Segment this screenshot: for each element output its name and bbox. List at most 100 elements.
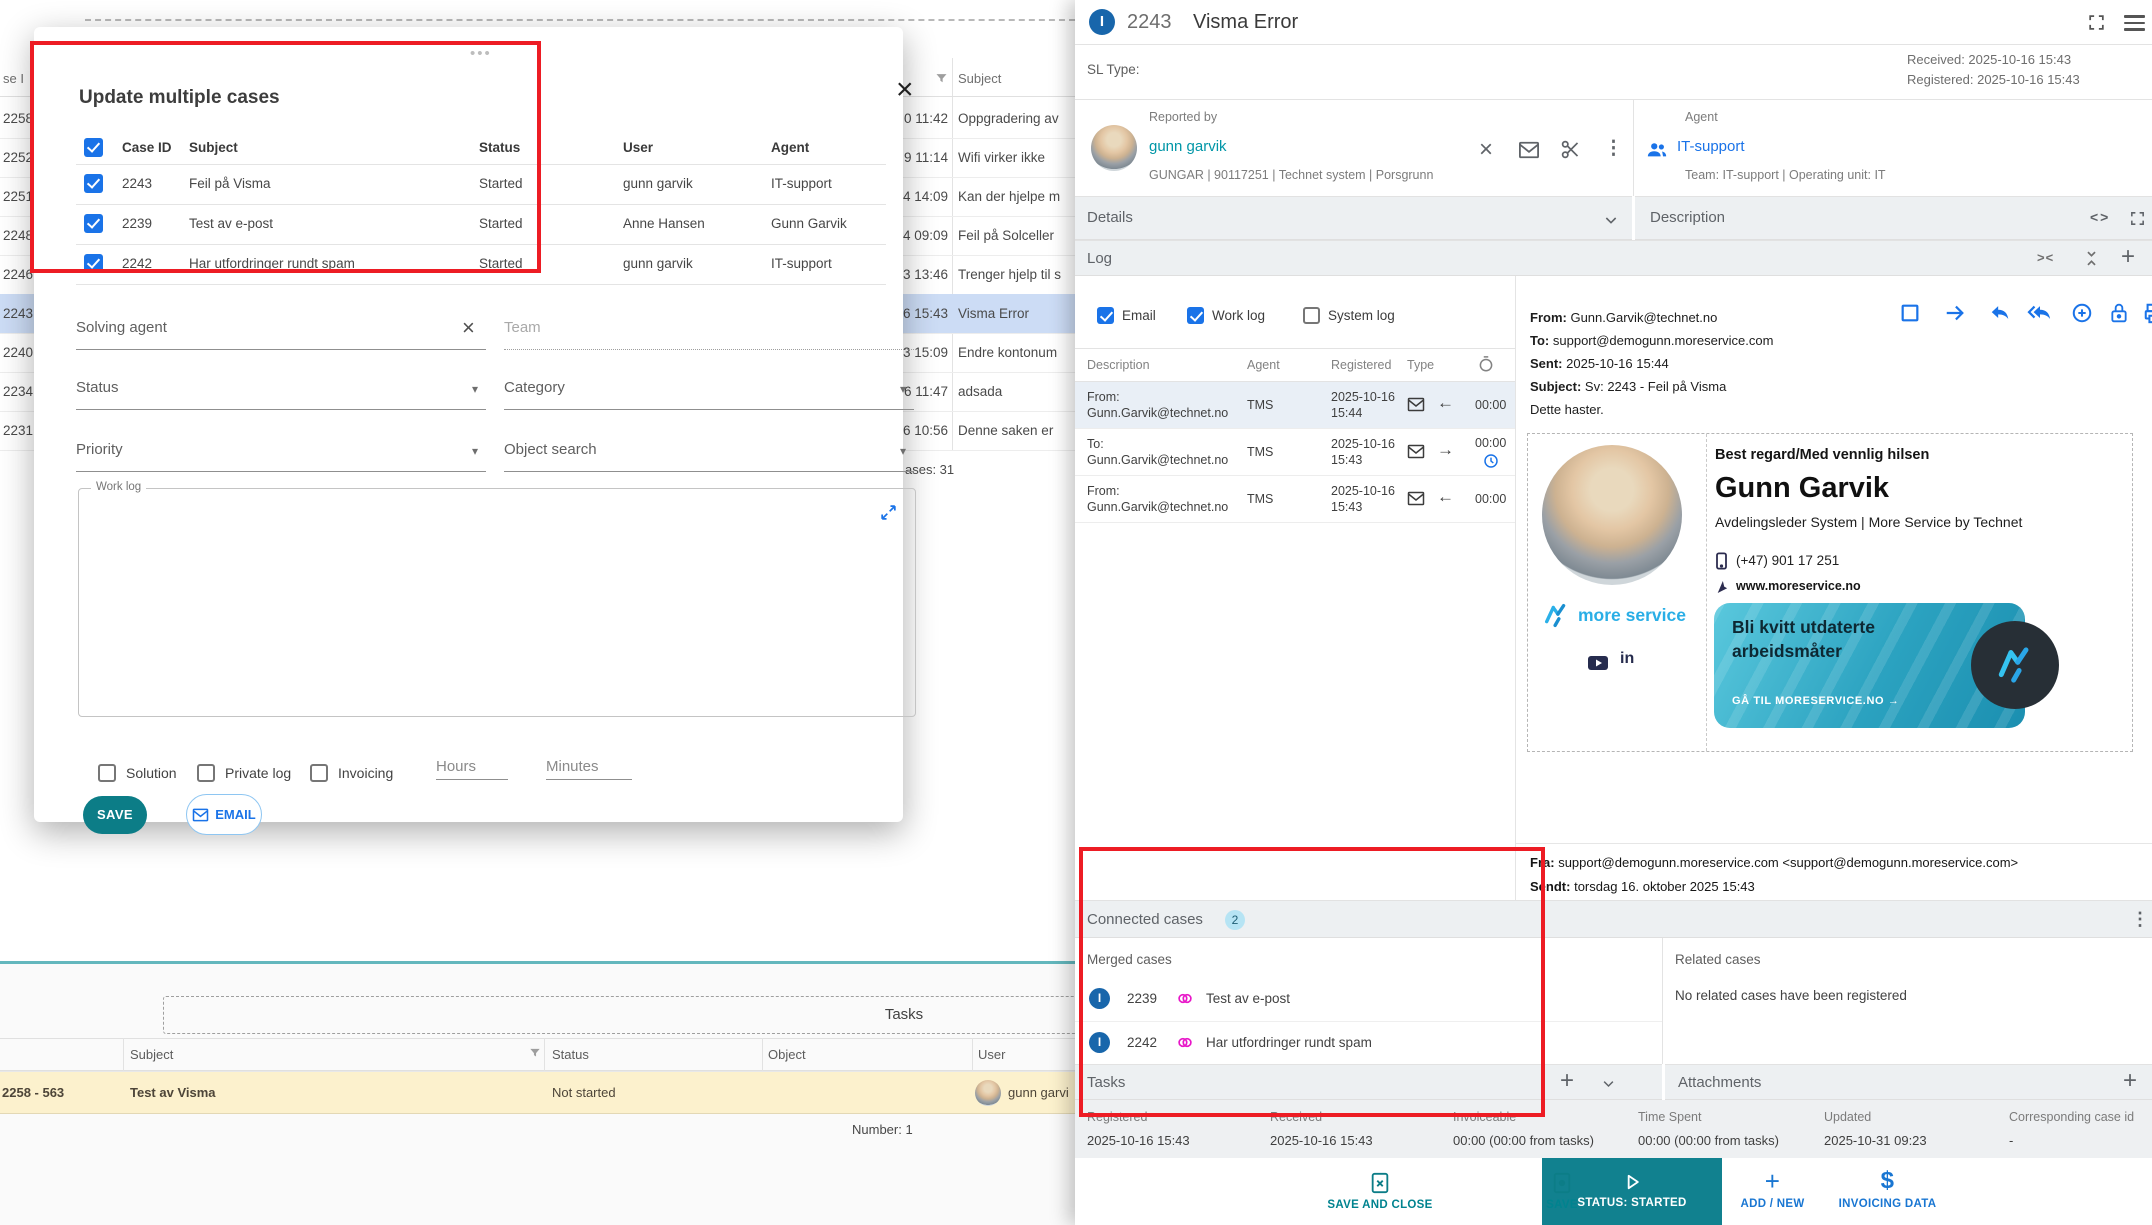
merged-case-row[interactable]: I 2239 Test av e-post bbox=[1075, 978, 1662, 1022]
details-section-bar[interactable]: Details bbox=[1075, 196, 1632, 240]
updated-label: Updated bbox=[1824, 1110, 1871, 1124]
add-task-icon[interactable]: + bbox=[1560, 1067, 1574, 1095]
corresponding-case-value: - bbox=[2009, 1133, 2013, 1148]
filter-icon[interactable] bbox=[934, 71, 949, 86]
agent-label: Agent bbox=[1685, 110, 1718, 124]
incoming-arrow-icon: ← bbox=[1437, 393, 1454, 413]
received-label: Received bbox=[1270, 1110, 1322, 1124]
lock-icon[interactable] bbox=[2109, 302, 2129, 324]
drag-handle-icon[interactable]: ••• bbox=[470, 45, 492, 62]
private-log-checkbox[interactable] bbox=[197, 764, 215, 782]
add-log-icon[interactable]: + bbox=[2121, 243, 2135, 271]
menu-icon[interactable] bbox=[2124, 11, 2145, 35]
tasks-status-header[interactable]: Status bbox=[552, 1038, 589, 1071]
caret-down-icon[interactable]: ▾ bbox=[900, 382, 906, 396]
related-cases-empty: No related cases have been registered bbox=[1675, 988, 1907, 1003]
add-new-button[interactable]: + ADD / NEW bbox=[1730, 1158, 1815, 1210]
linkedin-icon[interactable]: in bbox=[1620, 650, 1634, 668]
status-field[interactable]: Status bbox=[76, 379, 119, 396]
reporter-name-link[interactable]: gunn garvik bbox=[1149, 138, 1227, 155]
caret-down-icon[interactable]: ▾ bbox=[900, 444, 906, 458]
registered-label: Registered bbox=[1087, 1110, 1147, 1124]
invoiceable-label: Invoiceable bbox=[1453, 1110, 1516, 1124]
print-icon[interactable] bbox=[2143, 302, 2152, 324]
select-all-checkbox[interactable] bbox=[84, 138, 103, 157]
row-checkbox[interactable] bbox=[84, 254, 103, 273]
agent-header: Agent bbox=[771, 132, 809, 164]
save-and-close-button[interactable]: SAVE AND CLOSE bbox=[1310, 1158, 1450, 1211]
tools-icon[interactable] bbox=[1560, 139, 1581, 160]
clear-solving-agent-icon[interactable]: × bbox=[462, 315, 475, 341]
priority-field[interactable]: Priority bbox=[76, 441, 123, 458]
tasks-subject-header[interactable]: Subject bbox=[130, 1038, 173, 1071]
subject-column-header[interactable]: Subject bbox=[958, 62, 1001, 96]
tasks-user-header[interactable]: User bbox=[978, 1038, 1005, 1071]
minutes-input[interactable] bbox=[546, 758, 632, 780]
task-row[interactable]: 2258 - 563 Test av Visma Not started gun… bbox=[0, 1071, 1075, 1114]
reply-all-icon[interactable] bbox=[2027, 302, 2053, 324]
worklog-filter-checkbox[interactable] bbox=[1187, 307, 1204, 324]
signature-website[interactable]: www.moreservice.no bbox=[1736, 579, 1861, 593]
moreservice-logo-text[interactable]: more service bbox=[1578, 605, 1686, 626]
reply-icon[interactable] bbox=[1989, 302, 2011, 324]
connected-more-icon[interactable]: ⋮ bbox=[2131, 909, 2149, 930]
add-circle-icon[interactable] bbox=[2071, 302, 2093, 324]
email-filter-checkbox[interactable] bbox=[1097, 307, 1114, 324]
description-section-bar[interactable]: Description <> bbox=[1635, 196, 2152, 240]
link-arrow-icon bbox=[1716, 580, 1728, 594]
invoicing-data-button[interactable]: $ INVOICING DATA bbox=[1820, 1158, 1955, 1210]
add-attachment-icon[interactable]: + bbox=[2123, 1067, 2137, 1095]
received-timestamp: Received: 2025-10-16 15:43 bbox=[1907, 52, 2071, 67]
collapse-horizontal-icon[interactable]: >< bbox=[2037, 250, 2054, 265]
log-agent-header[interactable]: Agent bbox=[1247, 358, 1280, 372]
tasks-object-header[interactable]: Object bbox=[768, 1038, 806, 1071]
attachments-section-bar[interactable]: Attachments + bbox=[1665, 1064, 2152, 1100]
status-started-button[interactable]: STATUS: STARTED bbox=[1542, 1158, 1722, 1209]
invoicing-checkbox[interactable] bbox=[310, 764, 328, 782]
chevron-down-icon[interactable] bbox=[1601, 1076, 1616, 1091]
collapse-vertical-icon[interactable] bbox=[2083, 250, 2100, 267]
tasks-section-bar[interactable]: Tasks + bbox=[1075, 1064, 1662, 1100]
caret-down-icon[interactable]: ▾ bbox=[472, 444, 478, 458]
fullscreen-icon[interactable] bbox=[2087, 13, 2106, 32]
filter-icon[interactable] bbox=[528, 1046, 542, 1060]
caret-down-icon[interactable]: ▾ bbox=[472, 382, 478, 396]
systemlog-filter-checkbox[interactable] bbox=[1303, 307, 1320, 324]
solution-checkbox[interactable] bbox=[98, 764, 116, 782]
solving-agent-field[interactable]: Solving agent bbox=[76, 319, 167, 336]
team-field[interactable]: Team bbox=[504, 319, 541, 336]
row-checkbox[interactable] bbox=[84, 214, 103, 233]
user-header: User bbox=[623, 132, 653, 164]
hours-input[interactable] bbox=[436, 758, 508, 780]
reporter-avatar[interactable] bbox=[1091, 125, 1137, 171]
log-entry-row[interactable]: From:Gunn.Garvik@technet.no TMS 2025-10-… bbox=[1075, 476, 1515, 523]
agent-name-link[interactable]: IT-support bbox=[1677, 138, 1745, 155]
task-status: Not started bbox=[552, 1072, 616, 1113]
html-source-icon[interactable]: <> bbox=[2090, 209, 2110, 225]
connected-cases-bar[interactable]: Connected cases 2 ⋮ bbox=[1075, 900, 2152, 938]
expand-description-icon[interactable] bbox=[2129, 210, 2146, 227]
email-reporter-icon[interactable] bbox=[1518, 140, 1540, 160]
log-entry-row[interactable]: To:Gunn.Garvik@technet.no TMS 2025-10-16… bbox=[1075, 429, 1515, 476]
expand-worklog-icon[interactable] bbox=[879, 503, 898, 522]
youtube-icon[interactable] bbox=[1588, 656, 1608, 670]
category-field[interactable]: Category bbox=[504, 379, 565, 396]
log-entry-row[interactable]: From:Gunn.Garvik@technet.no TMS 2025-10-… bbox=[1075, 382, 1515, 429]
reporter-more-icon[interactable]: ⋮ bbox=[1604, 137, 1623, 160]
email-button[interactable]: EMAIL bbox=[186, 794, 262, 835]
row-checkbox[interactable] bbox=[84, 174, 103, 193]
merged-case-row[interactable]: I 2242 Har utfordringer rundt spam bbox=[1075, 1022, 1662, 1064]
forward-icon[interactable] bbox=[1943, 302, 1967, 324]
close-dialog-icon[interactable]: × bbox=[896, 75, 914, 105]
log-description-header[interactable]: Description bbox=[1087, 358, 1150, 372]
work-log-textarea[interactable]: Work log bbox=[78, 488, 916, 717]
log-registered-header[interactable]: Registered bbox=[1331, 358, 1391, 372]
select-email-icon[interactable] bbox=[1899, 302, 1921, 324]
related-cases-label: Related cases bbox=[1675, 952, 1761, 967]
chevron-down-icon[interactable] bbox=[1603, 212, 1619, 228]
save-button[interactable]: SAVE bbox=[83, 796, 147, 834]
object-search-field[interactable]: Object search bbox=[504, 441, 597, 458]
log-section-bar[interactable]: Log >< + bbox=[1075, 240, 2152, 276]
remove-reporter-icon[interactable]: × bbox=[1479, 138, 1493, 162]
systemlog-filter-label: System log bbox=[1328, 307, 1395, 324]
